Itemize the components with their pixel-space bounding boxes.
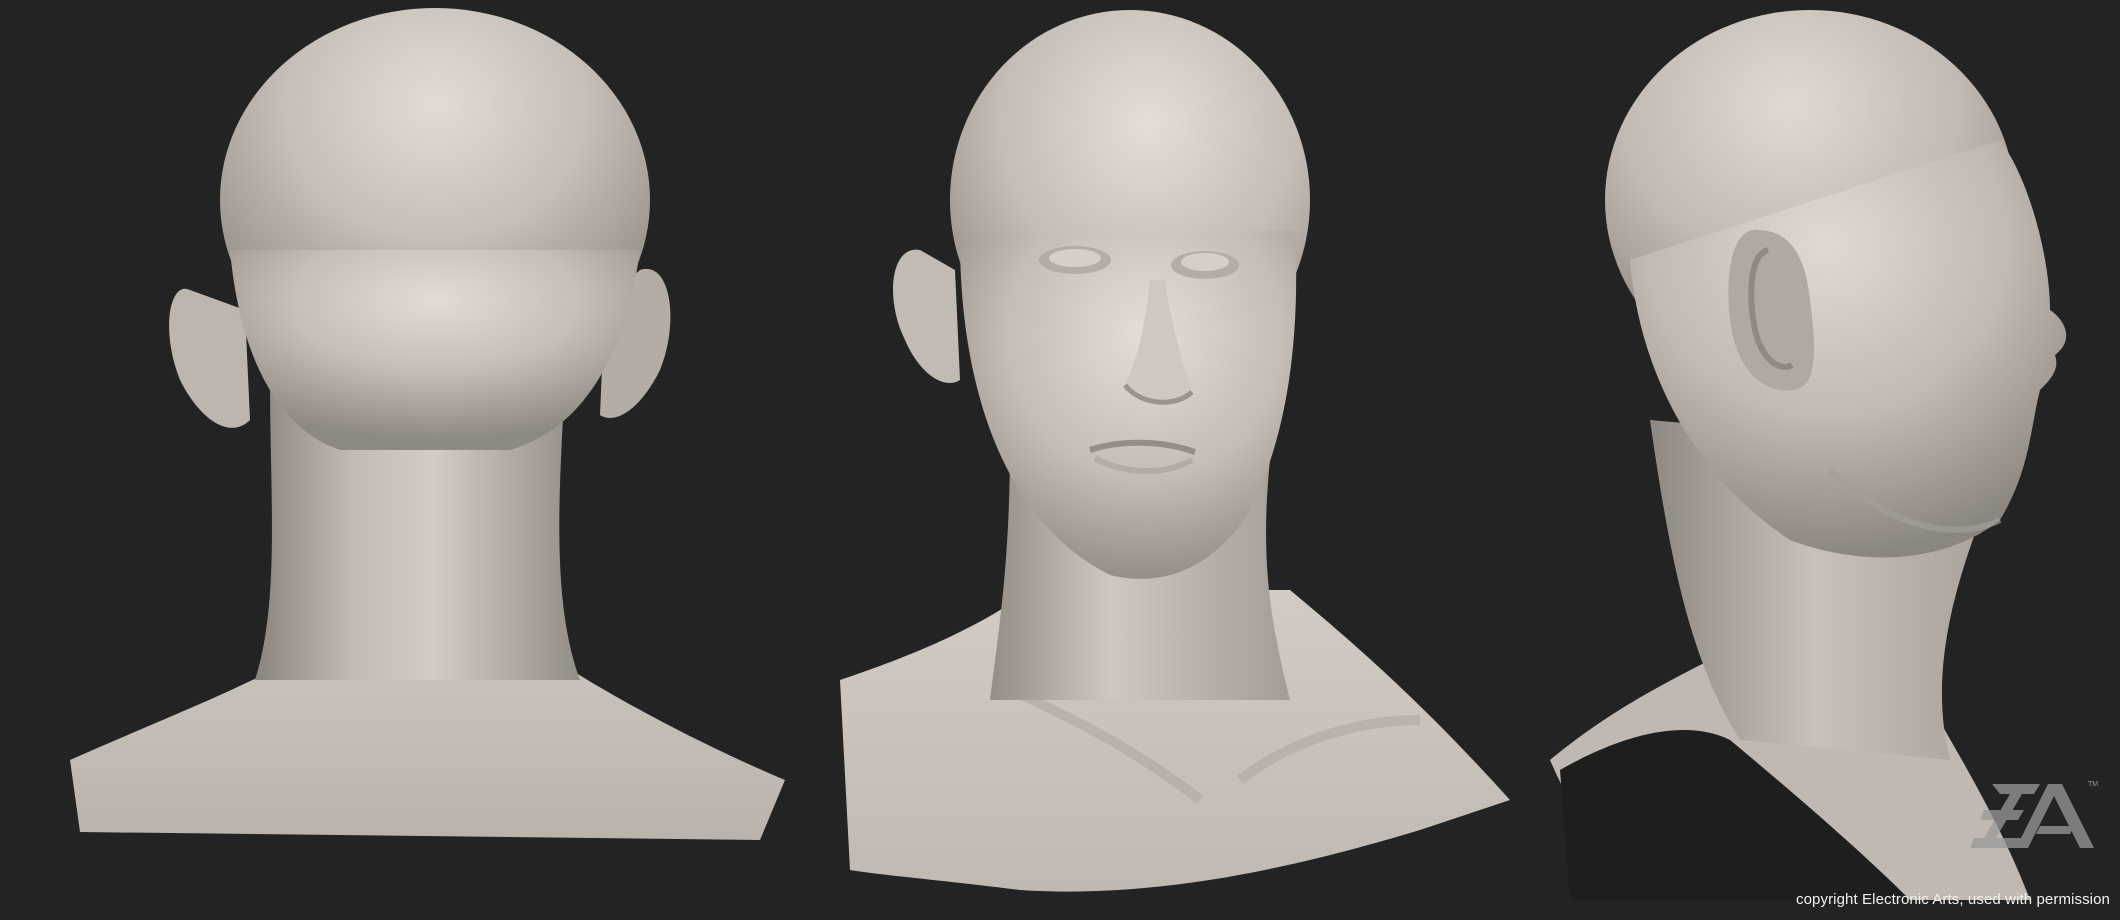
head-front-view	[820, 0, 1520, 920]
copyright-notice: copyright Electronic Arts, used with per…	[1796, 891, 2110, 908]
head-back-view	[40, 0, 800, 920]
ea-logo-watermark: TM	[1970, 776, 2100, 856]
sculpt-render-sheet: TM copyright Electronic Arts, used with …	[0, 0, 2120, 920]
svg-text:TM: TM	[2088, 781, 2098, 788]
